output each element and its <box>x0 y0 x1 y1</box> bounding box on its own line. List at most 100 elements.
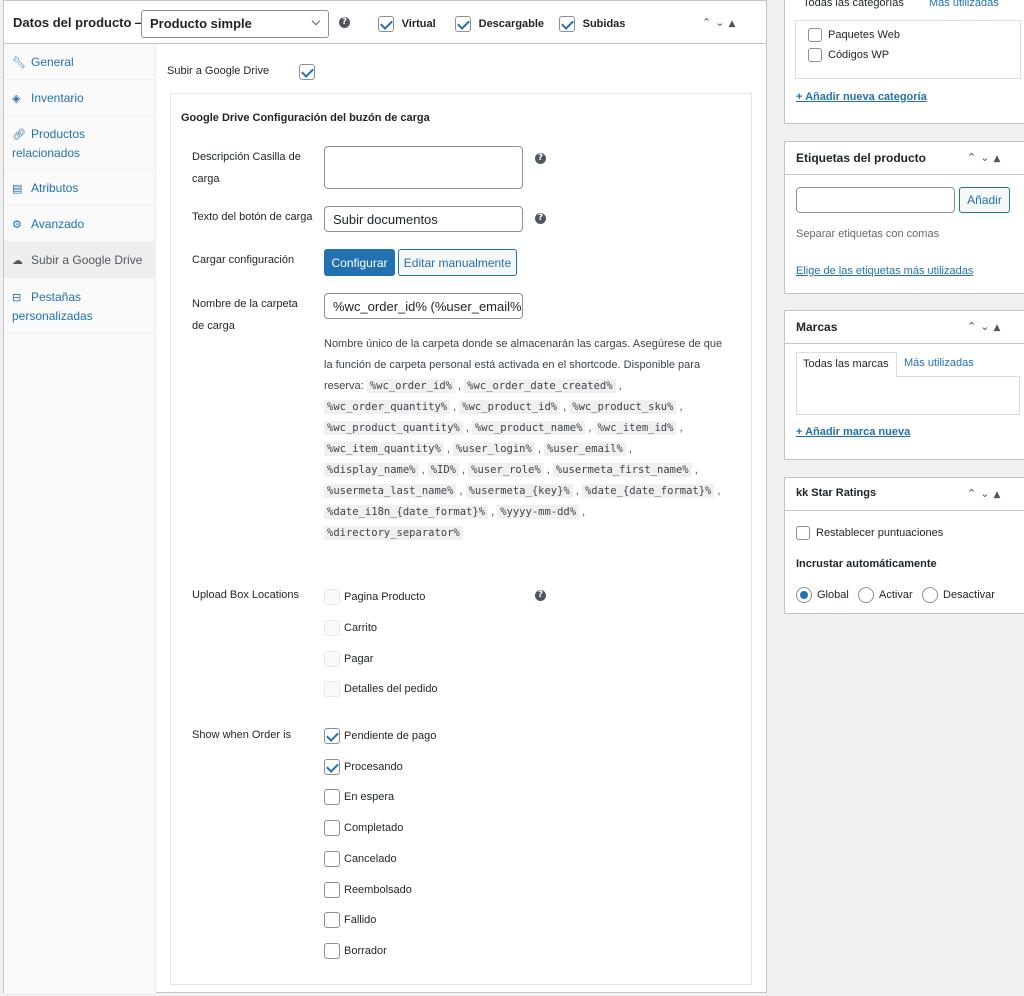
product-type-select[interactable]: Producto simple ⌵ <box>141 10 329 38</box>
tab-atributos[interactable]: ▤ Atributos <box>4 170 156 206</box>
order-status-option[interactable]: Procesando <box>324 758 403 775</box>
virtual-option[interactable]: Virtual <box>378 15 436 32</box>
placeholder-token: %wc_item_id% <box>594 421 677 435</box>
order-status-option[interactable]: Completado <box>324 820 403 837</box>
order-status-option[interactable]: Fallido <box>324 912 376 929</box>
tab-general[interactable]: 🔧︎ General <box>4 44 156 80</box>
location-checkbox[interactable] <box>324 620 340 636</box>
move-up-icon[interactable]: ⌃ <box>702 16 715 29</box>
move-down-icon[interactable]: ⌄ <box>715 16 728 29</box>
category-checkbox[interactable] <box>808 28 822 42</box>
descargable-option[interactable]: Descargable <box>455 15 544 32</box>
virtual-checkbox[interactable] <box>378 15 394 32</box>
locations-help-icon[interactable]: ? <box>535 590 546 601</box>
order-status-label: Show when Order is <box>192 729 292 741</box>
order-status-option[interactable]: Pendiente de pago <box>324 728 436 744</box>
choose-tags-link[interactable]: Elige de las etiquetas más utilizadas <box>796 265 973 277</box>
reset-ratings-checkbox[interactable] <box>796 526 810 540</box>
embed-desactivar-radio[interactable] <box>922 587 938 603</box>
tab-most-used-categories[interactable]: Más utilizadas <box>929 0 999 9</box>
embed-desactivar-option[interactable]: Desactivar <box>922 587 995 603</box>
move-up-icon[interactable]: ⌃ <box>967 487 980 500</box>
order-status-option[interactable]: Cancelado <box>324 850 397 867</box>
order-status-option[interactable]: Borrador <box>324 942 387 959</box>
descargable-checkbox[interactable] <box>455 15 471 32</box>
panel-move-arrows[interactable]: ⌃⌄▲ <box>702 16 739 29</box>
category-item[interactable]: Códigos WP <box>808 48 889 62</box>
tab-productos-relacionados[interactable]: 🔗︎ Productos relacionados <box>4 116 156 170</box>
folder-input[interactable]: %wc_order_id% (%user_email%)/% <box>324 293 523 319</box>
brands-box: Marcas ⌃⌄▲ Todas las marcas Más utilizad… <box>784 310 1024 460</box>
add-category-link[interactable]: + Añadir nueva categoría <box>796 91 927 103</box>
placeholder-token: %user_email% <box>544 442 626 456</box>
cloud-icon: ☁︎ <box>12 254 23 267</box>
upload-toggle-checkbox[interactable] <box>299 63 315 80</box>
move-down-icon[interactable]: ⌄ <box>980 487 993 500</box>
move-up-icon[interactable]: ⌃ <box>967 151 980 164</box>
placeholder-token: %wc_item_quantity% <box>324 442 444 456</box>
placeholder-token: %yyyy-mm-dd% <box>497 505 580 519</box>
order-status-checkbox[interactable] <box>324 881 340 898</box>
order-status-checkbox[interactable] <box>324 789 340 806</box>
placeholder-token: %user_role% <box>468 463 544 477</box>
order-status-option[interactable]: Reembolsado <box>324 881 412 898</box>
location-option[interactable]: Carrito <box>324 620 377 636</box>
embed-global-radio[interactable] <box>796 587 812 603</box>
order-status-checkbox[interactable] <box>324 728 340 744</box>
subidas-checkbox[interactable] <box>559 15 575 32</box>
button-text-input[interactable]: Subir documentos <box>324 206 523 232</box>
embed-global-option[interactable]: Global <box>796 587 849 603</box>
config-label: Cargar configuración <box>192 254 295 266</box>
location-checkbox[interactable] <box>324 589 340 605</box>
desc-help-icon[interactable]: ? <box>535 153 546 164</box>
toggle-panel-icon[interactable]: ▲ <box>993 154 1004 164</box>
tags-input[interactable] <box>796 187 955 213</box>
tab-most-used-brands[interactable]: Más utilizadas <box>904 357 974 369</box>
tab-pestanas-personalizadas[interactable]: ⊟ Pestañas personalizadas <box>4 278 156 334</box>
tab-inventario[interactable]: ◈ Inventario <box>4 80 156 116</box>
location-option[interactable]: Pagar <box>324 651 373 667</box>
embed-activar-option[interactable]: Activar <box>858 587 913 603</box>
order-status-checkbox[interactable] <box>324 850 340 867</box>
order-status-checkbox[interactable] <box>324 942 340 959</box>
location-option[interactable]: Detalles del pedido <box>324 681 438 697</box>
order-status-label: Cancelado <box>344 852 397 865</box>
tabs-icon: ⊟ <box>12 291 22 304</box>
help-icon[interactable]: ? <box>339 17 350 28</box>
upload-toggle-label: Subir a Google Drive <box>167 65 270 77</box>
subidas-option[interactable]: Subidas <box>559 15 625 32</box>
button-text-help-icon[interactable]: ? <box>535 213 546 224</box>
reset-ratings-option[interactable]: Restablecer puntuaciones <box>796 526 943 540</box>
move-up-icon[interactable]: ⌃ <box>967 320 980 333</box>
tags-hint: Separar etiquetas con comas <box>796 228 940 240</box>
tags-arrows[interactable]: ⌃⌄▲ <box>967 151 1004 164</box>
move-down-icon[interactable]: ⌄ <box>980 151 993 164</box>
location-checkbox[interactable] <box>324 651 340 667</box>
order-status-checkbox[interactable] <box>324 820 340 837</box>
add-brand-link[interactable]: + Añadir marca nueva <box>796 426 910 438</box>
configure-button[interactable]: Configurar <box>324 249 395 276</box>
desc-textarea[interactable] <box>324 146 523 189</box>
toggle-panel-icon[interactable]: ▲ <box>993 323 1004 333</box>
placeholder-token: %wc_order_id% <box>366 379 455 393</box>
order-status-checkbox[interactable] <box>324 758 340 775</box>
stars-arrows[interactable]: ⌃⌄▲ <box>967 487 1004 500</box>
location-option[interactable]: Pagina Producto <box>324 589 425 605</box>
brands-list <box>796 377 1020 415</box>
location-checkbox[interactable] <box>324 681 340 697</box>
tab-subir-google-drive[interactable]: ☁︎ Subir a Google Drive <box>4 242 156 278</box>
toggle-panel-icon[interactable]: ▲ <box>993 490 1004 500</box>
move-down-icon[interactable]: ⌄ <box>980 320 993 333</box>
tab-all-categories[interactable]: Todas las categorías <box>803 0 904 9</box>
tab-all-brands[interactable]: Todas las marcas <box>796 352 897 377</box>
category-checkbox[interactable] <box>808 48 822 62</box>
tab-avanzado[interactable]: ⚙︎ Avanzado <box>4 206 156 242</box>
order-status-option[interactable]: En espera <box>324 789 394 806</box>
add-tag-button[interactable]: Añadir <box>959 187 1010 213</box>
embed-activar-radio[interactable] <box>858 587 874 603</box>
category-item[interactable]: Paquetes Web <box>808 28 900 42</box>
brands-arrows[interactable]: ⌃⌄▲ <box>967 320 1004 333</box>
edit-manually-button[interactable]: Editar manualmente <box>398 249 517 276</box>
toggle-panel-icon[interactable]: ▲ <box>728 19 739 29</box>
order-status-checkbox[interactable] <box>324 912 340 929</box>
